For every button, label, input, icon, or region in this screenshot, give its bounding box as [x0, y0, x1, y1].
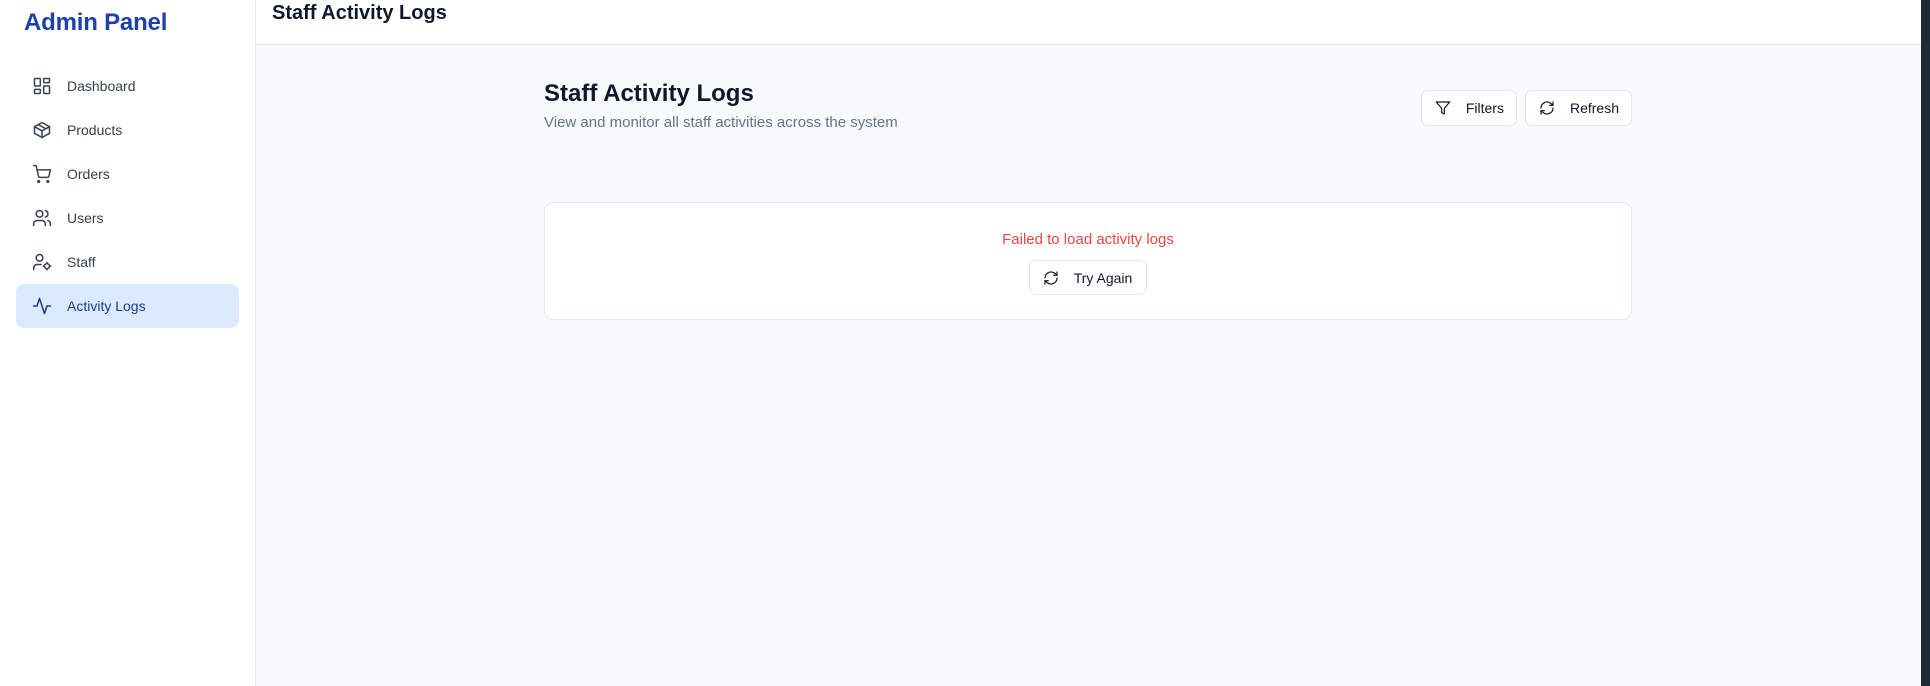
dashboard-icon: [32, 76, 52, 96]
sidebar-item-activity-logs[interactable]: Activity Logs: [16, 284, 239, 328]
main-content: Staff Activity Logs View and monitor all…: [256, 45, 1921, 686]
sidebar-item-users[interactable]: Users: [16, 196, 239, 240]
box-icon: [32, 120, 52, 140]
error-message: Failed to load activity logs: [1002, 231, 1174, 248]
users-icon: [32, 208, 52, 228]
refresh-label: Refresh: [1569, 100, 1619, 116]
page-actions: Filters Refresh: [1420, 90, 1632, 126]
sidebar-item-orders[interactable]: Orders: [16, 152, 239, 196]
sidebar-item-label: Products: [67, 122, 123, 138]
activity-icon: [32, 296, 52, 316]
header-title: Staff Activity Logs: [272, 2, 447, 24]
app-root: Admin Panel Dashboard Products Orders Us…: [0, 0, 1930, 686]
sidebar-item-dashboard[interactable]: Dashboard: [16, 64, 239, 108]
page-content: Staff Activity Logs View and monitor all…: [544, 78, 1632, 320]
sidebar-item-label: Activity Logs: [67, 298, 146, 314]
sidebar-item-products[interactable]: Products: [16, 108, 239, 152]
sidebar-item-label: Orders: [67, 166, 110, 182]
sidebar-item-staff[interactable]: Staff: [16, 240, 239, 284]
try-again-button[interactable]: Try Again: [1028, 260, 1148, 295]
error-card: Failed to load activity logs Try Again: [544, 202, 1632, 320]
refresh-button[interactable]: Refresh: [1524, 90, 1632, 126]
filter-icon: [1434, 99, 1452, 117]
sidebar-item-label: Users: [67, 210, 104, 226]
sidebar-nav: Dashboard Products Orders Users Staff Ac…: [16, 64, 239, 328]
top-header: Staff Activity Logs: [256, 0, 1921, 45]
refresh-icon: [1042, 269, 1060, 287]
retry-wrap: Try Again: [545, 260, 1631, 295]
sidebar-item-label: Staff: [67, 254, 96, 270]
sidebar-item-label: Dashboard: [67, 78, 136, 94]
cart-icon: [32, 164, 52, 184]
brand-title: Admin Panel: [24, 9, 168, 36]
filters-button[interactable]: Filters: [1420, 90, 1517, 126]
try-again-label: Try Again: [1073, 269, 1133, 286]
window-scrollbar[interactable]: [1921, 0, 1930, 686]
sidebar: Admin Panel Dashboard Products Orders Us…: [0, 0, 256, 686]
refresh-icon: [1538, 99, 1556, 117]
user-cog-icon: [32, 252, 52, 272]
filters-label: Filters: [1465, 100, 1504, 116]
